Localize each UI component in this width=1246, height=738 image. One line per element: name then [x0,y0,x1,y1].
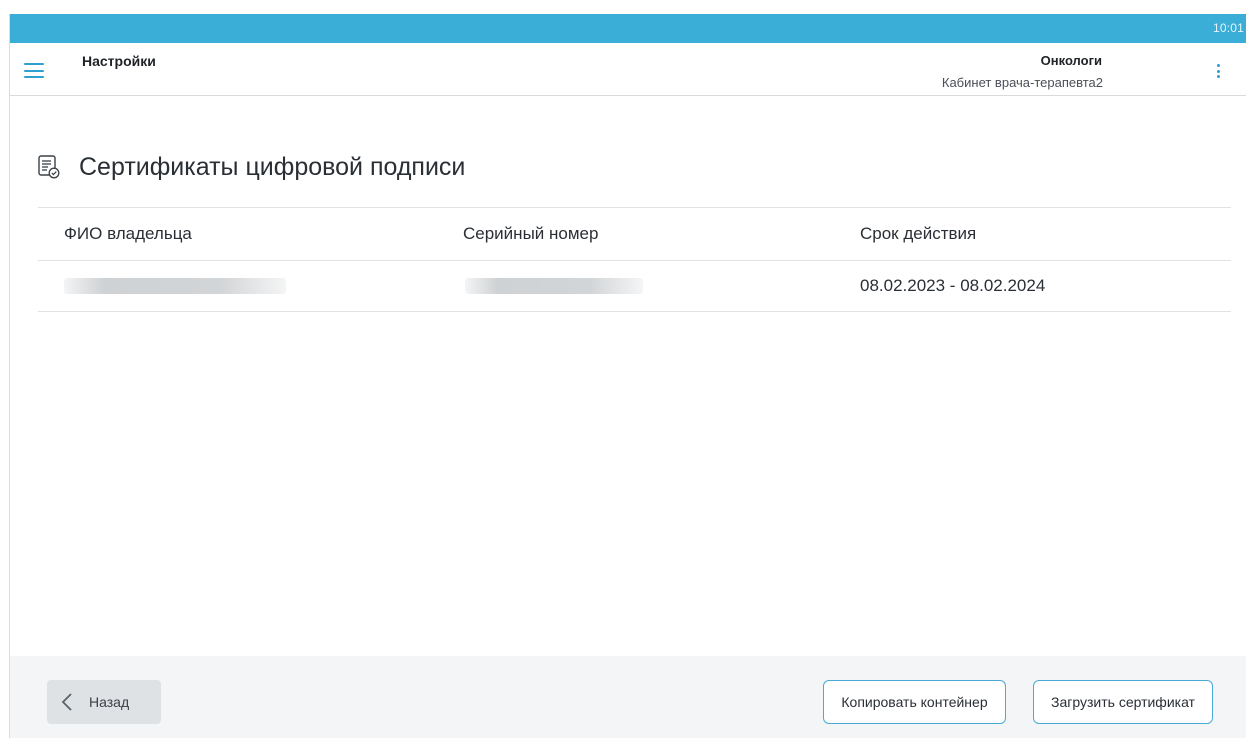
app-header: Настройки Онкологи Кабинет врача-терапев… [10,43,1246,96]
status-bar: 10:01 [10,14,1246,43]
owner-cell [64,278,286,294]
column-header-validity: Срок действия [860,224,977,243]
app-screen: 10:01 Настройки Онкологи Кабинет врача-т… [9,14,1246,738]
page-title: Сертификаты цифровой подписи [79,152,466,181]
kebab-more-icon[interactable] [1216,64,1220,78]
back-button-label: Назад [89,694,130,710]
header-org-name: Онкологи [1040,53,1102,68]
column-header-serial: Серийный номер [463,224,599,243]
page-title-row: Сертификаты цифровой подписи [38,152,465,182]
column-header-owner: ФИО владельца [64,224,192,243]
hamburger-menu-icon[interactable] [24,63,44,78]
header-cabinet-name: Кабинет врача-терапевта2 [941,75,1103,90]
table-header-row: ФИО владельца Серийный номер Срок действ… [38,207,1231,261]
certificates-table: ФИО владельца Серийный номер Срок действ… [38,207,1231,312]
validity-cell: 08.02.2023 - 08.02.2024 [860,276,1046,295]
certificate-icon [38,155,60,179]
redacted-owner-name [64,278,286,294]
chevron-left-icon [61,693,73,711]
upload-certificate-button[interactable]: Загрузить сертификат [1033,680,1213,724]
copy-container-button[interactable]: Копировать контейнер [823,680,1006,724]
footer-bar: Назад Копировать контейнер Загрузить сер… [10,656,1246,738]
status-time: 10:01 [1212,21,1244,35]
redacted-serial-number [465,278,643,294]
header-title: Настройки [82,53,156,69]
table-row[interactable]: 08.02.2023 - 08.02.2024 [38,261,1231,312]
serial-cell [463,278,643,294]
back-button[interactable]: Назад [47,680,161,724]
